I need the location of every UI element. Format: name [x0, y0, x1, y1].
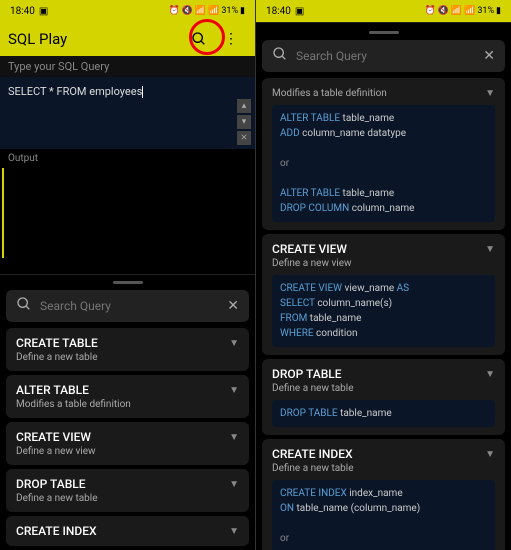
mute-icon: 🔇: [438, 6, 449, 16]
search-icon: [191, 31, 207, 47]
card-title: CREATE INDEX: [272, 447, 495, 461]
battery-text: 31%: [477, 6, 494, 16]
arrow-down-icon[interactable]: ▾: [237, 115, 251, 129]
drag-handle[interactable]: [113, 281, 143, 284]
chevron-down-icon: ▼: [485, 369, 495, 380]
search-row[interactable]: ✕: [6, 290, 249, 322]
snippet-card[interactable]: ALTER TABLE Modifies a table definition ▼: [6, 375, 249, 418]
chevron-down-icon: ▼: [229, 432, 239, 443]
card-title: DROP TABLE: [272, 367, 495, 381]
battery-text: 31%: [221, 6, 238, 16]
bottom-sheet[interactable]: ✕ Modifies a table definition▼ALTER TABL…: [256, 22, 511, 550]
search-input[interactable]: [296, 49, 483, 63]
search-icon: [272, 46, 288, 66]
snippet-card[interactable]: CREATE VIEW Define a new view ▼ CREATE VIEW…: [262, 234, 505, 355]
battery-icon: ▮: [240, 6, 245, 16]
query-editor[interactable]: SELECT * FROM employees ▴ ▾ ⨯: [0, 77, 255, 149]
card-subtitle: Define a new table: [16, 352, 239, 363]
search-icon: [16, 296, 32, 316]
code-block: DROP TABLE table_name: [272, 400, 495, 427]
snippet-card[interactable]: DROP TABLE Define a new table ▼: [6, 469, 249, 512]
arrow-up-icon[interactable]: ▴: [237, 99, 251, 113]
battery-icon: ▮: [496, 6, 501, 16]
signal-icon: 📶: [208, 6, 219, 16]
camera-icon: ▣: [295, 6, 304, 17]
drag-handle[interactable]: [369, 31, 399, 34]
search-input[interactable]: [40, 299, 227, 313]
card-subtitle: Define a new table: [272, 383, 495, 394]
alarm-icon: ⏰: [424, 6, 435, 16]
close-icon[interactable]: ✕: [227, 298, 239, 314]
clock: 18:40: [10, 6, 35, 17]
snippet-card[interactable]: DROP TABLE Define a new table ▼ DROP TABLE …: [262, 359, 505, 435]
card-subtitle: Define a new table: [272, 463, 495, 474]
card-title: ALTER TABLE: [16, 383, 239, 397]
signal-icon: 📶: [464, 6, 475, 16]
snippet-card[interactable]: CREATE INDEX Define a new table ▼ CREATE IN…: [262, 439, 505, 550]
chevron-down-icon: ▼: [485, 88, 495, 99]
query-text: SELECT * FROM employees: [8, 85, 142, 98]
snippet-card[interactable]: CREATE VIEW Define a new view ▼: [6, 422, 249, 465]
camera-icon: ▣: [39, 6, 48, 17]
code-block: CREATE VIEW view_name ASSELECT column_na…: [272, 275, 495, 347]
snippet-card[interactable]: CREATE TABLE Define a new table ▼: [6, 328, 249, 371]
wifi-icon: 📶: [451, 6, 462, 16]
card-subtitle: Define a new view: [16, 446, 239, 457]
app-bar: SQL Play ⋮: [0, 22, 255, 56]
card-title: CREATE VIEW: [16, 430, 239, 444]
card-title: CREATE INDEX: [16, 524, 239, 538]
clear-icon[interactable]: ⨯: [237, 131, 251, 145]
chevron-down-icon: ▼: [229, 385, 239, 396]
chevron-down-icon: ▼: [229, 526, 239, 537]
app-title: SQL Play: [8, 30, 183, 48]
chevron-down-icon: ▼: [485, 449, 495, 460]
snippet-card[interactable]: Modifies a table definition▼ ALTER TABLE …: [262, 78, 505, 230]
card-title: CREATE VIEW: [272, 242, 495, 256]
card-subtitle: Modifies a table definition: [16, 399, 239, 410]
chevron-down-icon: ▼: [229, 479, 239, 490]
search-button[interactable]: [183, 23, 215, 55]
search-row[interactable]: ✕: [262, 40, 505, 72]
card-subtitle: Define a new table: [16, 493, 239, 504]
query-hint: Type your SQL Query: [0, 56, 255, 77]
card-title: DROP TABLE: [16, 477, 239, 491]
alarm-icon: ⏰: [168, 6, 179, 16]
status-bar: 18:40 ▣ ⏰ 🔇 📶 📶 31% ▮: [0, 0, 255, 22]
code-block: CREATE INDEX index_nameON table_name (co…: [272, 480, 495, 550]
clock: 18:40: [266, 6, 291, 17]
chevron-down-icon: ▼: [485, 244, 495, 255]
card-subtitle: Define a new view: [272, 258, 495, 269]
mute-icon: 🔇: [182, 6, 193, 16]
wifi-icon: 📶: [195, 6, 206, 16]
close-icon[interactable]: ✕: [483, 48, 495, 64]
status-bar: 18:40 ▣ ⏰ 🔇 📶 📶 31% ▮: [256, 0, 511, 22]
card-subtitle: Modifies a table definition: [272, 88, 495, 99]
card-title: CREATE TABLE: [16, 336, 239, 350]
snippet-card[interactable]: CREATE INDEX▼: [6, 516, 249, 546]
chevron-down-icon: ▼: [229, 338, 239, 349]
code-block: ALTER TABLE table_nameADD column_name da…: [272, 105, 495, 222]
output-area: [2, 168, 255, 258]
text-cursor: [142, 86, 143, 98]
more-vert-icon: ⋮: [224, 31, 238, 47]
bottom-sheet[interactable]: ✕ CREATE TABLEDefine a new table▼ALTER T…: [0, 274, 255, 550]
output-label: Output: [0, 149, 255, 168]
overflow-menu-button[interactable]: ⋮: [215, 23, 247, 55]
